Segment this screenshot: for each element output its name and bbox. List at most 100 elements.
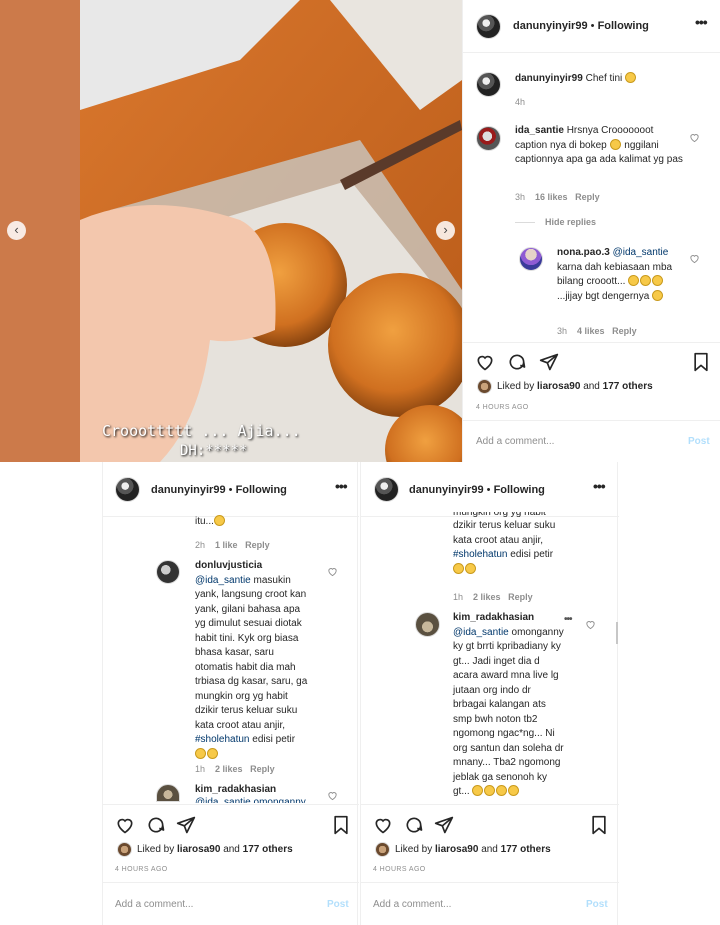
post-avatar[interactable] [115, 477, 140, 502]
caption-time: 4h [515, 97, 526, 107]
comment-username[interactable]: donluvjusticia [195, 560, 262, 571]
more-options-icon[interactable]: ••• [335, 478, 348, 494]
reply-button[interactable]: Reply [250, 764, 275, 774]
post-username[interactable]: danunyinyir99 [409, 484, 484, 496]
comment-avatar[interactable] [156, 784, 180, 802]
liked-by-label: Liked by [395, 844, 433, 855]
prev-arrow-button[interactable]: ‹ [7, 221, 26, 240]
liker-username[interactable]: liarosa90 [177, 844, 220, 855]
comment-line: edisi petir [252, 734, 296, 745]
comment-likes[interactable]: 16 likes [535, 192, 568, 202]
comment-avatar[interactable] [415, 612, 440, 637]
comment-line: ky gt brrti kpribadiany ky [453, 641, 561, 652]
add-comment-input[interactable]: Add a comment... [115, 899, 193, 910]
laugh-emoji-icon [652, 275, 664, 286]
comment-line: kata croot atau anjir, [195, 719, 286, 731]
comment-avatar[interactable] [156, 560, 180, 584]
divider [103, 882, 359, 883]
others-count[interactable]: 177 others [501, 844, 551, 855]
add-comment-input[interactable]: Add a comment... [373, 899, 451, 910]
video-panel[interactable]: Crooottttt ... Ajia... DH:***** ‹ › [0, 0, 462, 462]
liker-avatar[interactable] [117, 842, 132, 857]
reply-button[interactable]: Reply [575, 192, 600, 202]
like-heart-icon[interactable] [327, 790, 338, 801]
like-heart-icon[interactable] [689, 253, 700, 264]
reply-button[interactable]: Reply [245, 540, 270, 550]
post-time: 4 HOURS AGO [373, 866, 426, 873]
post-button[interactable]: Post [688, 436, 710, 447]
divider [103, 516, 359, 517]
liker-avatar[interactable] [375, 842, 390, 857]
bookmark-icon[interactable] [332, 815, 350, 835]
hashtag-link[interactable]: #sholehatun [195, 734, 250, 745]
scrollbar[interactable] [616, 622, 618, 644]
post-username[interactable]: danunyinyir99 [513, 20, 588, 32]
comment-likes[interactable]: 2 likes [473, 592, 501, 602]
post-avatar[interactable] [374, 477, 399, 502]
post-button[interactable]: Post [327, 899, 349, 910]
laugh-emoji-icon [207, 747, 218, 759]
like-heart-icon[interactable] [327, 566, 338, 577]
more-options-icon[interactable]: ••• [593, 478, 606, 494]
reply-text-2: ...jijay bgt dengernya [557, 290, 650, 302]
comment-icon[interactable] [146, 815, 166, 835]
caption-username[interactable]: danunyinyir99 [515, 73, 583, 84]
liked-and: and [223, 844, 240, 855]
liker-avatar[interactable] [477, 379, 492, 394]
laugh-emoji-icon [640, 275, 652, 286]
laugh-emoji-icon [465, 562, 476, 574]
comment-mention[interactable]: @ida_santie [453, 627, 509, 638]
more-options-icon[interactable]: ••• [695, 14, 708, 30]
liker-username[interactable]: liarosa90 [537, 381, 580, 392]
caption-avatar[interactable] [476, 72, 501, 97]
comment-username[interactable]: kim_radakhasian [195, 784, 276, 795]
reply-mention[interactable]: @ida_santie [613, 247, 669, 258]
hashtag-link[interactable]: #sholehatun [453, 549, 508, 560]
like-heart-icon[interactable] [689, 132, 700, 143]
post-avatar[interactable] [476, 14, 501, 39]
bookmark-icon[interactable] [590, 815, 608, 835]
comment-line: trbiasa dg kasar, saru, ga [195, 676, 308, 687]
comment-mention[interactable]: @ida_santie [195, 575, 251, 586]
heart-icon[interactable] [373, 815, 393, 835]
like-heart-icon[interactable] [585, 619, 596, 630]
comment-line: gt... [453, 786, 470, 797]
reply-likes[interactable]: 4 likes [577, 326, 605, 336]
heart-icon[interactable] [115, 815, 135, 835]
comment-options-icon[interactable]: ••• [564, 614, 572, 625]
comment-icon[interactable] [507, 352, 527, 372]
post-button[interactable]: Post [586, 899, 608, 910]
comment-line: ngomong ngac*ng... Ni [453, 728, 555, 739]
following-button[interactable]: Following [598, 20, 649, 32]
share-icon[interactable] [539, 352, 559, 372]
following-button[interactable]: Following [494, 484, 545, 496]
comment-donluv: donluvjusticia @ida_santie masukin yank,… [195, 559, 335, 762]
liked-by: Liked by liarosa90 and 177 others [137, 844, 293, 855]
share-icon[interactable] [176, 815, 196, 835]
heart-icon[interactable] [475, 352, 495, 372]
comment-icon[interactable] [404, 815, 424, 835]
comment-username[interactable]: kim_radakhasian [453, 612, 534, 623]
laugh-emoji-icon [472, 785, 484, 796]
comment-avatar[interactable] [476, 126, 501, 151]
post-username[interactable]: danunyinyir99 [151, 484, 226, 496]
others-count[interactable]: 177 others [603, 381, 653, 392]
next-arrow-button[interactable]: › [436, 221, 455, 240]
reply-avatar[interactable] [519, 247, 543, 271]
comment-username[interactable]: ida_santie [515, 125, 564, 136]
comment-line: org santun dan soleha dr [453, 742, 564, 754]
liker-username[interactable]: liarosa90 [435, 844, 478, 855]
hide-replies-button[interactable]: Hide replies [545, 217, 596, 227]
following-button[interactable]: Following [236, 484, 287, 496]
add-comment-input[interactable]: Add a comment... [476, 436, 554, 447]
others-count[interactable]: 177 others [243, 844, 293, 855]
reply-reply-button[interactable]: Reply [612, 326, 637, 336]
reply-button[interactable]: Reply [508, 592, 533, 602]
reply-username[interactable]: nona.pao.3 [557, 247, 610, 258]
comment-likes[interactable]: 2 likes [215, 764, 243, 774]
share-icon[interactable] [434, 815, 454, 835]
comment-mention[interactable]: @ida_santie omonganny [195, 797, 306, 803]
bookmark-icon[interactable] [692, 352, 710, 372]
comment-likes[interactable]: 1 like [215, 540, 238, 550]
comment-line: yank, langsung croot kan [195, 589, 307, 600]
